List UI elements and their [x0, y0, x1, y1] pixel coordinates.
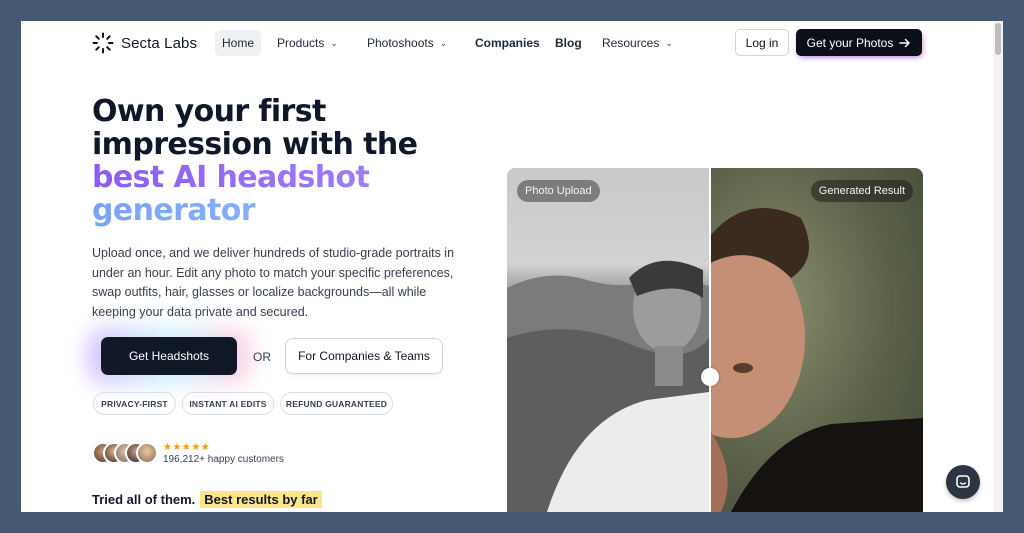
- badge-privacy-first: PRIVACY-FIRST: [93, 392, 176, 415]
- nav-products[interactable]: Products ⌄: [277, 30, 338, 56]
- nav-companies[interactable]: Companies: [475, 30, 540, 56]
- avatar: [136, 442, 158, 464]
- scrollbar-thumb[interactable]: [995, 23, 1001, 55]
- nav-blog-label: Blog: [555, 36, 582, 50]
- brand-name: Secta Labs: [121, 34, 198, 52]
- hero-title-line2: impression with the: [92, 127, 418, 162]
- nav-products-label: Products: [277, 36, 325, 50]
- generated-result-image: [657, 168, 923, 512]
- nav-photoshoots[interactable]: Photoshoots ⌄: [367, 30, 447, 56]
- hero-description: Upload once, and we deliver hundreds of …: [92, 246, 455, 319]
- best-results-highlight: Best results by far: [200, 491, 322, 508]
- nav-home-label: Home: [221, 36, 254, 50]
- comparison-divider: [709, 168, 711, 512]
- chat-button[interactable]: [946, 465, 980, 499]
- color-portrait: [657, 208, 923, 512]
- badge-instant-ai-edits: INSTANT AI EDITS: [182, 392, 274, 415]
- arrow-right-icon: [899, 38, 911, 47]
- or-separator: OR: [253, 350, 271, 364]
- hero-title-line4: generator: [92, 194, 492, 227]
- nav-blog[interactable]: Blog: [555, 30, 582, 56]
- hero-title-line1: Own your first: [92, 94, 326, 129]
- login-button[interactable]: Log in: [735, 29, 789, 56]
- get-your-photos-button[interactable]: Get your Photos: [796, 29, 922, 56]
- chat-bubble-icon: [956, 475, 970, 488]
- hero-title: Own your first impression with the best …: [92, 95, 492, 227]
- photo-upload-image: [507, 168, 709, 512]
- before-after-comparison[interactable]: Photo Upload Generated Result: [507, 168, 923, 512]
- photo-upload-label: Photo Upload: [517, 180, 600, 202]
- get-headshots-wrapper: Get Headshots: [87, 327, 251, 385]
- companies-teams-button[interactable]: For Companies & Teams: [285, 338, 443, 374]
- generated-result-label: Generated Result: [810, 180, 913, 202]
- nav-resources-label: Resources: [602, 36, 660, 50]
- comparison-slider-handle[interactable]: [701, 368, 719, 386]
- get-headshots-button[interactable]: Get Headshots: [101, 337, 237, 375]
- hero-title-line3: best AI headshot: [92, 161, 492, 194]
- top-navigation: Secta Labs Home Products ⌄ Photoshoots ⌄…: [21, 21, 993, 65]
- badge-refund-guaranteed: REFUND GUARANTEED: [280, 392, 393, 415]
- chevron-down-icon: ⌄: [330, 37, 338, 48]
- nav-resources[interactable]: Resources ⌄: [602, 30, 673, 56]
- testimonial-heading: Tried all of them. Best results by far: [92, 491, 322, 508]
- browser-viewport: Secta Labs Home Products ⌄ Photoshoots ⌄…: [21, 21, 1003, 512]
- tried-text: Tried all of them.: [92, 492, 196, 507]
- grayscale-portrait: [507, 260, 709, 512]
- vertical-scrollbar[interactable]: [993, 21, 1003, 512]
- chevron-down-icon: ⌄: [439, 37, 448, 48]
- customer-count: 196,212+ happy customers: [163, 454, 284, 465]
- get-your-photos-label: Get your Photos: [806, 35, 894, 50]
- rating-stars: ★★★★★: [163, 442, 211, 453]
- sunburst-logo-icon: [92, 32, 114, 54]
- customer-avatars: [92, 442, 160, 466]
- nav-companies-label: Companies: [475, 36, 540, 50]
- nav-home[interactable]: Home: [215, 30, 261, 56]
- brand-logo[interactable]: Secta Labs: [92, 32, 197, 54]
- nav-photoshoots-label: Photoshoots: [367, 36, 434, 50]
- chevron-down-icon: ⌄: [665, 37, 673, 48]
